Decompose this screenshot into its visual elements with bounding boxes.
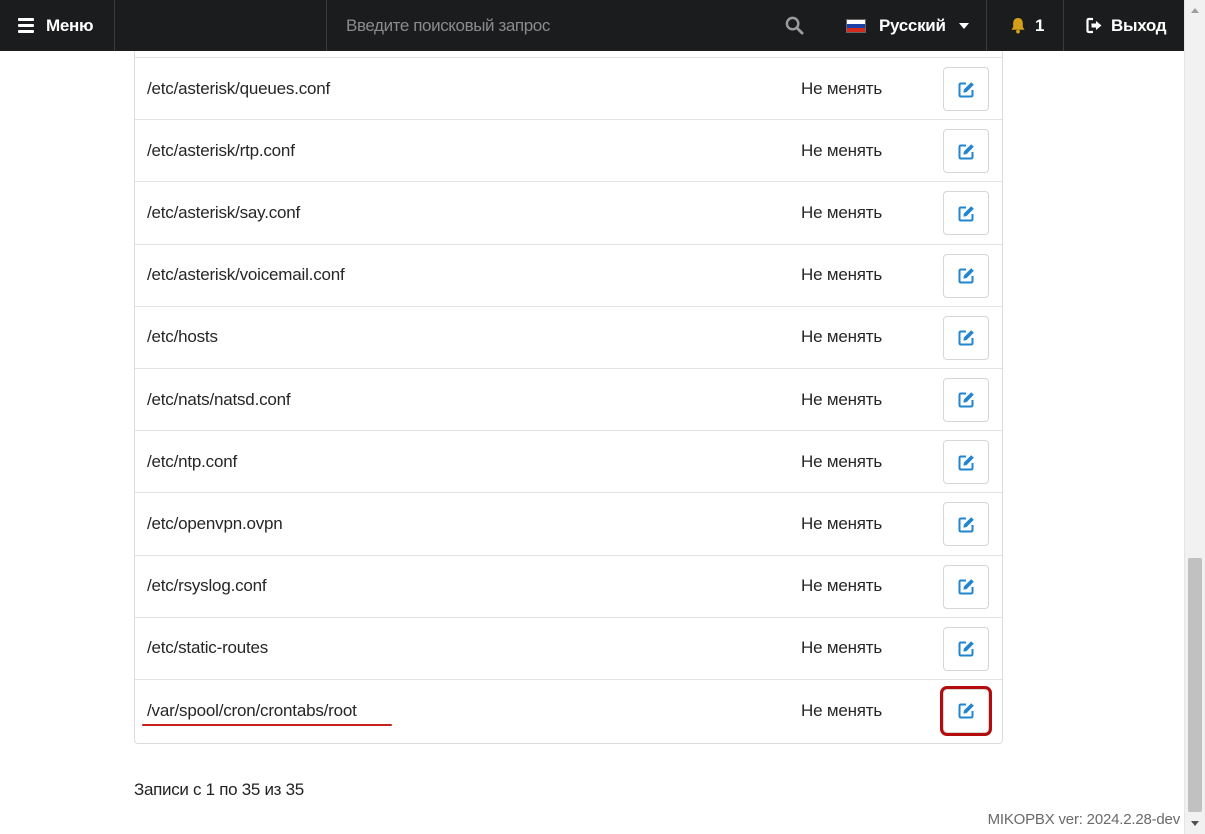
table-row: /etc/openvpn.ovpn Не менять <box>135 493 1002 556</box>
edit-button[interactable] <box>943 564 989 609</box>
file-mode: Не менять <box>801 700 883 720</box>
table-row: /etc/nats/natsd.conf Не менять <box>135 369 1002 432</box>
edit-icon <box>958 517 974 533</box>
version-label: MIKOPBX ver: 2024.2.28-dev <box>987 811 1181 828</box>
edit-button[interactable] <box>943 502 989 547</box>
highlight-underline <box>142 723 392 726</box>
edit-button[interactable] <box>943 440 989 485</box>
table-row: /etc/hosts Не менять <box>135 307 1002 369</box>
file-path: /etc/static-routes <box>147 638 269 658</box>
table-row: /etc/ntp.conf Не менять <box>135 431 1002 494</box>
edit-icon <box>958 454 974 471</box>
search-area <box>327 0 826 51</box>
file-path: /etc/hosts <box>147 327 218 347</box>
table-row: /etc/asterisk/rtp.conf Не менять <box>135 120 1002 183</box>
hamburger-icon <box>18 15 34 36</box>
file-mode: Не менять <box>801 78 883 98</box>
table-row: /etc/rsyslog.conf Не менять <box>135 556 1002 618</box>
russia-flag-icon <box>846 18 866 33</box>
edit-icon <box>958 703 974 719</box>
top-navbar: Меню Русский 1 <box>0 0 1184 51</box>
file-mode: Не менять <box>801 513 883 533</box>
menu-label: Меню <box>46 15 94 35</box>
navbar-spacer <box>115 0 327 51</box>
file-path: /etc/asterisk/say.conf <box>147 202 301 222</box>
edit-icon <box>958 641 974 657</box>
file-path: /var/spool/cron/crontabs/root <box>147 700 357 720</box>
edit-icon <box>958 392 974 408</box>
file-mode: Не менять <box>801 389 883 409</box>
edit-button[interactable] <box>943 377 989 422</box>
sign-out-icon <box>1086 17 1102 34</box>
table-row: /var/spool/cron/crontabs/root Не менять <box>135 680 1002 742</box>
scrollbar-thumb[interactable] <box>1188 558 1202 812</box>
table-row: /etc/asterisk/say.conf Не менять <box>135 182 1002 245</box>
edit-button[interactable] <box>943 315 989 360</box>
file-path: /etc/ntp.conf <box>147 451 238 471</box>
logout-label: Выход <box>1111 15 1167 35</box>
file-path: /etc/openvpn.ovpn <box>147 513 283 533</box>
custom-files-table: /etc/asterisk/queues.conf Не менять/etc/a… <box>134 51 1003 744</box>
language-dropdown[interactable]: Русский <box>826 0 987 51</box>
search-input[interactable] <box>346 10 786 41</box>
table-row: /etc/asterisk/queues.conf Не менять <box>135 58 1002 121</box>
edit-icon <box>958 268 974 284</box>
file-mode: Не менять <box>801 265 883 285</box>
logout-button[interactable]: Выход <box>1064 0 1184 51</box>
table-row: /etc/static-routes Не менять <box>135 618 1002 680</box>
edit-button[interactable] <box>943 191 989 236</box>
edit-button[interactable] <box>943 67 989 111</box>
bell-icon <box>1011 18 1025 34</box>
scroll-down-arrow-icon[interactable] <box>1191 821 1199 826</box>
page: Меню Русский 1 <box>0 0 1205 834</box>
file-path: /etc/asterisk/rtp.conf <box>147 140 295 160</box>
menu-button[interactable]: Меню <box>0 0 115 51</box>
language-label: Русский <box>879 15 946 35</box>
file-mode: Не менять <box>801 451 883 471</box>
edit-button[interactable] <box>940 685 992 736</box>
table-row: /etc/asterisk/voicemail.conf Не менять <box>135 245 1002 307</box>
file-path: /etc/asterisk/voicemail.conf <box>147 265 345 285</box>
chevron-down-icon <box>958 22 969 29</box>
notifications-count: 1 <box>1035 15 1045 35</box>
page-scrollbar[interactable] <box>1184 0 1205 834</box>
records-info: Записи с 1 по 35 из 35 <box>134 780 304 799</box>
edit-icon <box>958 579 974 595</box>
file-mode: Не менять <box>801 327 883 347</box>
table-row-partial <box>135 51 1002 58</box>
edit-button[interactable] <box>943 253 989 298</box>
file-mode: Не менять <box>801 638 883 658</box>
edit-icon <box>958 143 974 160</box>
file-mode: Не менять <box>801 202 883 222</box>
file-path: /etc/nats/natsd.conf <box>147 389 291 409</box>
scroll-up-arrow-icon[interactable] <box>1191 8 1199 13</box>
edit-icon <box>958 330 974 346</box>
edit-button[interactable] <box>943 626 989 671</box>
edit-icon <box>958 81 974 97</box>
file-path: /etc/asterisk/queues.conf <box>147 78 331 98</box>
edit-icon <box>958 206 974 222</box>
edit-button[interactable] <box>943 129 989 174</box>
search-icon[interactable] <box>785 16 804 35</box>
file-mode: Не менять <box>801 140 883 160</box>
notifications-button[interactable]: 1 <box>987 0 1064 51</box>
file-path: /etc/rsyslog.conf <box>147 576 267 596</box>
file-mode: Не менять <box>801 576 883 596</box>
